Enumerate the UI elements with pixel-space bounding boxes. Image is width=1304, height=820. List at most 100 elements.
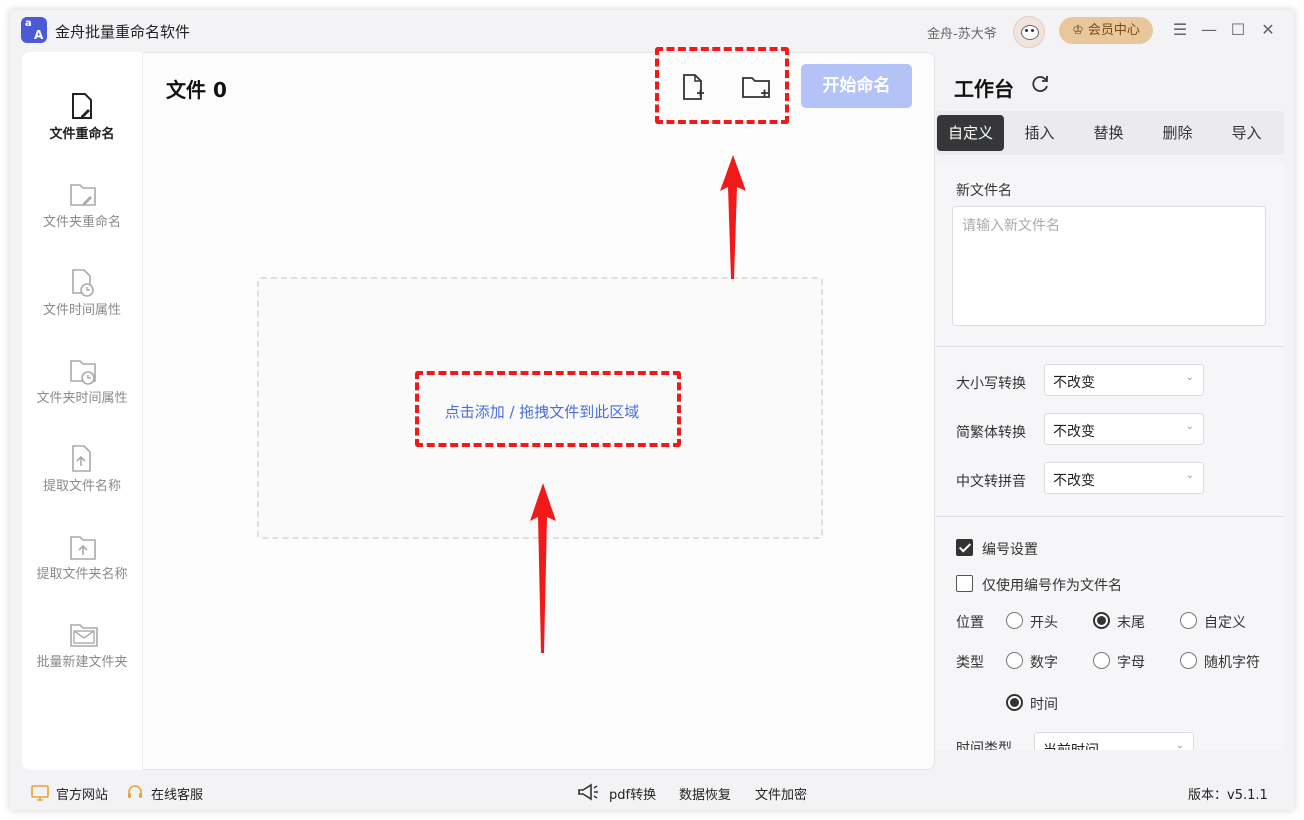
pinyin-label: 中文转拼音 [956,474,1026,490]
minimize-icon[interactable]: — [1198,19,1220,41]
vip-center-button[interactable]: ♔ 会员中心 [1059,17,1153,44]
divider [936,516,1284,517]
app-title: 金舟批量重命名软件 [55,23,191,41]
website-icon [31,785,49,801]
file-edit-icon [72,93,92,119]
sidebar-item-extract-filename[interactable]: 提取文件名称 [22,444,142,532]
website-link[interactable]: 官方网站 [56,784,108,803]
type-letter-radio[interactable] [1093,652,1110,669]
close-icon[interactable]: ✕ [1257,19,1279,41]
start-rename-button[interactable]: 开始命名 [801,64,912,108]
refresh-icon[interactable] [1030,73,1052,95]
position-custom-radio[interactable] [1180,612,1197,629]
type-letter-label: 字母 [1117,655,1145,671]
sidebar-item-folder-time[interactable]: 文件夹时间属性 [22,356,142,444]
sidebar-item-label: 文件时间属性 [42,303,121,318]
custom-settings-panel: 新文件名 请输入新文件名 大小写转换 不改变 ⌄ 简繁体转换 不改变 ⌄ 中文转… [936,164,1284,750]
annotation-box-drop-text [415,371,681,447]
vip-label: 会员中心 [1087,23,1140,38]
type-label: 类型 [956,655,984,671]
avatar[interactable] [1013,16,1045,48]
position-end-radio[interactable] [1093,612,1110,629]
type-number-label: 数字 [1030,655,1058,671]
sidebar-item-batch-new-folder[interactable]: 批量新建文件夹 [22,620,142,708]
data-recover-link[interactable]: 数据恢复 [679,784,731,803]
sidebar-item-file-rename[interactable]: 文件重命名 [22,92,142,180]
workbench-panel: 工作台 自定义 插入 替换 删除 导入 新文件名 请输入新文件名 大小写转换 不… [936,52,1294,770]
position-start-radio[interactable] [1006,612,1023,629]
workbench-tabs: 自定义 插入 替换 删除 导入 [936,111,1284,155]
app-logo-icon: aA [21,17,47,43]
tab-insert[interactable]: 插入 [1006,115,1073,151]
time-type-value: 当前时间 [1043,740,1099,750]
sidebar-item-label: 文件夹时间属性 [36,391,128,406]
case-convert-select[interactable]: 不改变 ⌄ [1044,364,1204,396]
position-label: 位置 [956,615,984,631]
annotation-arrow-up-icon [720,155,746,279]
trad-simp-select[interactable]: 不改变 ⌄ [1044,413,1204,445]
folder-upload-icon [70,536,96,560]
sidebar-item-folder-rename[interactable]: 文件夹重命名 [22,180,142,268]
file-upload-icon [72,445,91,472]
sidebar-item-label: 批量新建文件夹 [36,655,128,670]
type-number-radio[interactable] [1006,652,1023,669]
type-time-radio[interactable] [1006,694,1023,711]
sidebar-item-label: 文件夹重命名 [42,215,121,230]
version-text: 版本：v5.1.1 [1188,788,1268,803]
sidebar-item-file-time[interactable]: 文件时间属性 [22,268,142,356]
tab-import[interactable]: 导入 [1213,115,1280,151]
user-name[interactable]: 金舟-苏大爷 [927,23,997,42]
annotation-box-add-buttons [655,47,789,124]
folder-edit-icon [70,184,96,206]
type-time-label: 时间 [1030,697,1058,713]
chevron-down-icon: ⌄ [1185,372,1194,383]
file-count: 文件 0 [166,78,227,102]
file-clock-icon [72,269,94,297]
only-number-checkbox[interactable] [956,575,973,592]
numbering-checkbox[interactable] [956,539,973,556]
pdf-convert-link[interactable]: pdf转换 [609,784,656,803]
trad-simp-label: 简繁体转换 [956,425,1026,441]
headset-icon [128,785,142,798]
title-bar: aA 金舟批量重命名软件 金舟-苏大爷 ♔ 会员中心 ☰ — ☐ ✕ [10,10,1294,52]
case-convert-value: 不改变 [1053,375,1095,391]
online-service-link[interactable]: 在线客服 [151,784,203,803]
footer-bar: 官方网站 在线客服 pdf转换 数据恢复 文件加密 版本：v5.1.1 [10,774,1294,810]
new-name-input[interactable]: 请输入新文件名 [952,206,1266,326]
sidebar-item-label: 文件重命名 [49,127,115,142]
trad-simp-value: 不改变 [1053,424,1095,440]
annotation-arrow-up-icon [530,483,556,653]
position-end-label: 末尾 [1117,615,1145,631]
tab-delete[interactable]: 删除 [1144,115,1211,151]
crown-icon: ♔ [1072,23,1084,38]
sidebar-item-label: 提取文件名称 [42,479,121,494]
numbering-label: 编号设置 [982,542,1038,558]
sidebar: 文件重命名 文件夹重命名 文件时间属性 文件夹时间属性 提取文件名称 提取文件夹… [22,52,142,770]
time-type-label: 时间类型 [956,741,1012,750]
pinyin-select[interactable]: 不改变 ⌄ [1044,462,1204,494]
file-encrypt-link[interactable]: 文件加密 [755,784,807,803]
position-custom-label: 自定义 [1204,615,1246,631]
tab-replace[interactable]: 替换 [1075,115,1142,151]
chevron-down-icon: ⌄ [1175,740,1184,750]
menu-icon[interactable]: ☰ [1169,19,1191,41]
pinyin-value: 不改变 [1053,473,1095,489]
workbench-title: 工作台 [954,77,1014,101]
tab-custom[interactable]: 自定义 [937,115,1004,151]
file-list-area: 文件 0 开始命名 点击添加 / 拖拽文件到此区域 [142,47,935,770]
position-start-label: 开头 [1030,615,1058,631]
time-type-select[interactable]: 当前时间 ⌄ [1034,732,1194,750]
sidebar-item-extract-foldername[interactable]: 提取文件夹名称 [22,532,142,620]
maximize-icon[interactable]: ☐ [1227,19,1249,41]
folder-mail-icon [70,624,98,647]
folder-clock-icon [70,360,96,385]
chevron-down-icon: ⌄ [1185,421,1194,432]
chevron-down-icon: ⌄ [1185,470,1194,481]
case-convert-label: 大小写转换 [956,376,1026,392]
divider [936,346,1284,347]
type-random-radio[interactable] [1180,652,1197,669]
app-window: aA 金舟批量重命名软件 金舟-苏大爷 ♔ 会员中心 ☰ — ☐ ✕ 文件重命名 [10,10,1294,810]
sidebar-item-label: 提取文件夹名称 [36,567,128,582]
avatar-face-icon [1021,25,1039,40]
new-name-placeholder: 请输入新文件名 [962,218,1060,234]
